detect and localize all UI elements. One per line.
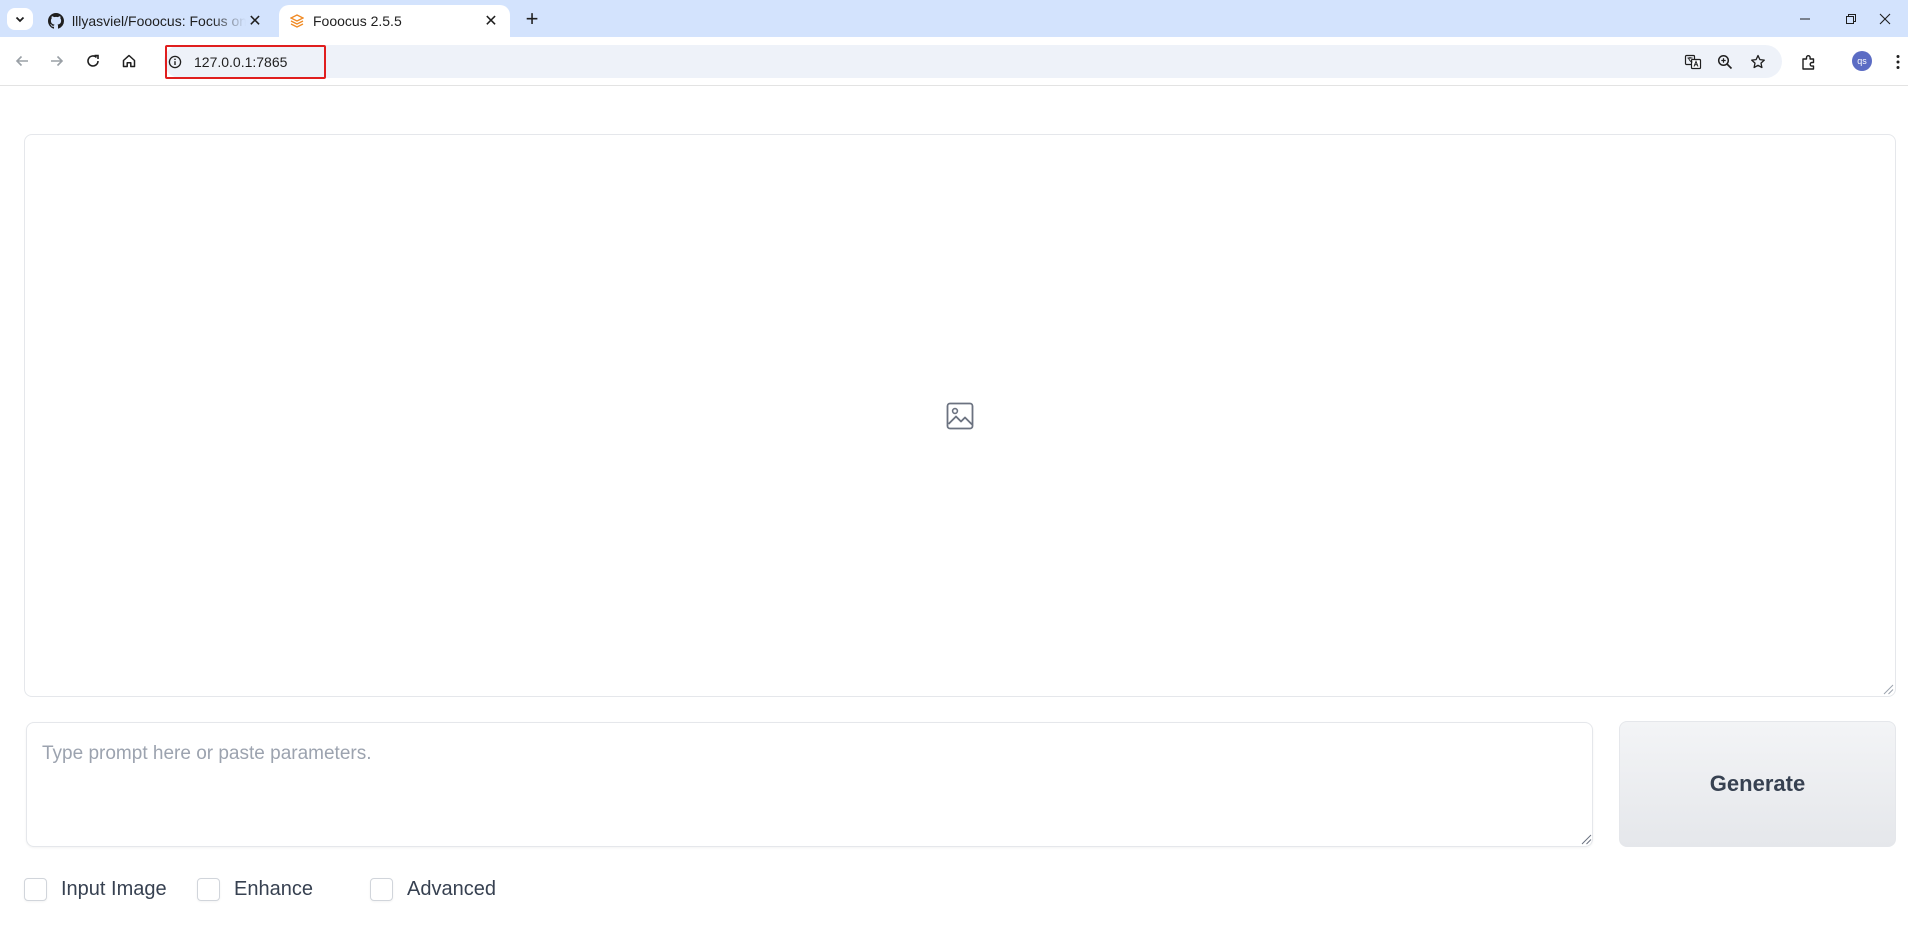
browser-toolbar: 127.0.0.1:7865 qs <box>0 37 1908 86</box>
browser-tab-strip: lllyasviel/Fooocus: Focus on prompting a… <box>0 0 1908 37</box>
enhance-option[interactable]: Enhance <box>197 876 313 902</box>
enhance-checkbox[interactable] <box>197 877 220 901</box>
profile-avatar[interactable]: qs <box>1852 51 1872 71</box>
prompt-input[interactable] <box>26 722 1593 847</box>
generate-button[interactable]: Generate <box>1619 721 1896 847</box>
input-image-label[interactable]: Input Image <box>61 878 167 901</box>
back-icon[interactable] <box>10 49 34 73</box>
close-window-icon[interactable] <box>1862 0 1908 37</box>
chevron-down-icon <box>15 16 25 23</box>
resize-handle-icon[interactable] <box>1882 683 1894 695</box>
tab-search-button[interactable] <box>7 8 33 30</box>
image-icon <box>946 402 974 430</box>
enhance-label[interactable]: Enhance <box>234 878 313 901</box>
home-icon[interactable] <box>117 49 141 73</box>
translate-icon[interactable] <box>1683 52 1703 72</box>
advanced-checkbox[interactable] <box>370 877 393 901</box>
highlight-box <box>165 45 326 79</box>
tab-title: Fooocus 2.5.5 <box>313 13 402 29</box>
tab-fooocus[interactable]: Fooocus 2.5.5 ✕ <box>279 5 510 37</box>
input-image-checkbox[interactable] <box>24 877 47 901</box>
tab-github[interactable]: lllyasviel/Fooocus: Focus on prompting a… <box>38 5 274 37</box>
close-tab-icon[interactable]: ✕ <box>246 12 264 30</box>
close-tab-icon[interactable]: ✕ <box>482 12 500 30</box>
tab-title: lllyasviel/Fooocus: Focus on prompting a… <box>72 13 246 29</box>
minimize-icon[interactable] <box>1782 0 1828 37</box>
extensions-icon[interactable] <box>1799 52 1819 72</box>
resize-handle-icon[interactable] <box>1580 833 1592 845</box>
menu-kebab-icon[interactable] <box>1888 52 1908 72</box>
bookmark-star-icon[interactable] <box>1748 52 1768 72</box>
zoom-icon[interactable] <box>1715 52 1735 72</box>
address-bar[interactable] <box>164 45 1782 78</box>
advanced-option[interactable]: Advanced <box>370 876 496 902</box>
forward-icon[interactable] <box>45 49 69 73</box>
input-image-option[interactable]: Input Image <box>24 876 167 902</box>
fooocus-icon <box>289 13 305 29</box>
advanced-label[interactable]: Advanced <box>407 878 496 901</box>
reload-icon[interactable] <box>81 49 105 73</box>
github-icon <box>48 13 64 29</box>
new-tab-button[interactable]: + <box>519 6 545 32</box>
